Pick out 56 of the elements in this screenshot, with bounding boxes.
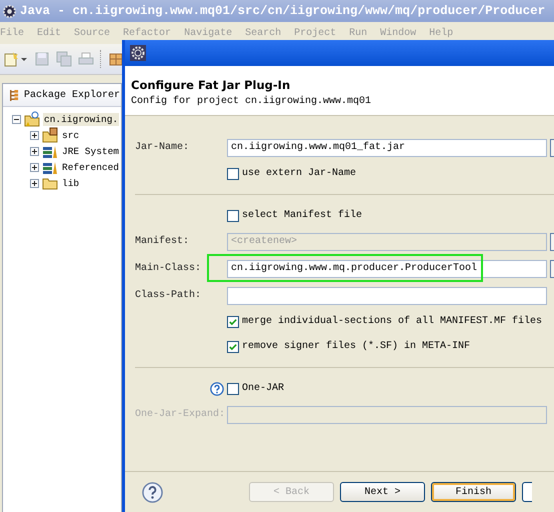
view-title: Package Explorer — [24, 90, 120, 100]
tree-item[interactable]: src — [61, 128, 80, 142]
checkbox-label: merge individual-sections of all MANIFEST.MF files — [242, 316, 542, 327]
field-label: Jar-Name: — [135, 142, 190, 153]
checkbox-label: One-JAR — [242, 383, 284, 394]
checkbox[interactable] — [227, 168, 239, 180]
tree-item[interactable]: lib — [61, 176, 80, 190]
dialog-button[interactable] — [522, 482, 532, 502]
project-folder-icon — [24, 111, 40, 127]
tree-toggle[interactable] — [30, 178, 39, 188]
window-title: Java - cn.iigrowing.www.mq01/src/cn/iigrowing/www/mq/producer/Producer — [20, 4, 546, 18]
text-field[interactable]: cn.iigrowing.www.mq.producer.ProducerTool — [227, 260, 547, 278]
checkbox-label: use extern Jar-Name — [242, 168, 356, 179]
hierarchy-icon — [8, 88, 19, 102]
tree-toggle[interactable] — [12, 114, 21, 124]
dialog-button[interactable]: Finish — [431, 482, 516, 502]
browse-button[interactable] — [550, 260, 554, 278]
browse-button[interactable] — [550, 138, 554, 156]
field-label: One-Jar-Expand: — [135, 409, 226, 420]
package-icon[interactable] — [108, 51, 124, 67]
menu-item[interactable]: Source — [74, 28, 110, 38]
menu-item[interactable]: Edit — [37, 28, 62, 38]
help-icon[interactable] — [142, 482, 163, 502]
checkbox[interactable] — [227, 210, 239, 222]
dialog-button[interactable]: Next > — [340, 482, 425, 502]
checkbox[interactable] — [227, 382, 239, 394]
menu-item[interactable]: Navigate — [184, 28, 232, 38]
checkbox[interactable] — [227, 340, 239, 352]
menu-item[interactable]: Run — [349, 28, 368, 38]
tree-item[interactable]: Referenced — [61, 160, 120, 174]
text-field[interactable]: cn.iigrowing.www.mq01_fat.jar — [227, 138, 547, 156]
tree-item[interactable]: JRE System — [61, 144, 120, 158]
package-folder-icon — [42, 127, 58, 143]
dialog-heading: Configure Fat Jar Plug-In — [131, 78, 292, 92]
field-label: Class-Path: — [135, 290, 202, 301]
tree-toggle[interactable] — [30, 130, 39, 140]
dialog-subtitle: Config for project cn.iigrowing.www.mq01 — [131, 96, 372, 107]
tree-item[interactable]: cn.iigrowing. — [43, 112, 120, 126]
tree-toggle[interactable] — [30, 162, 39, 172]
checkbox[interactable] — [227, 316, 239, 328]
menu-item[interactable]: Window — [380, 28, 416, 38]
menu-item[interactable]: File — [0, 28, 24, 38]
gear-icon — [130, 45, 146, 61]
checkbox-label: select Manifest file — [242, 210, 362, 221]
menu-item[interactable]: Project — [294, 28, 336, 38]
text-field[interactable] — [227, 286, 547, 304]
new-file-icon[interactable] — [4, 51, 28, 67]
field-label: Manifest: — [135, 236, 190, 247]
checkbox-label: remove signer files (*.SF) in META-INF — [242, 341, 470, 352]
menu-item[interactable]: Refactor — [123, 28, 172, 38]
tree-toggle[interactable] — [30, 146, 39, 156]
help-icon[interactable] — [210, 382, 224, 396]
field-label: Main-Class: — [135, 263, 202, 274]
menu-item[interactable]: Help — [429, 28, 454, 38]
gear-icon — [2, 4, 17, 18]
menu-item[interactable]: Search — [245, 28, 282, 38]
